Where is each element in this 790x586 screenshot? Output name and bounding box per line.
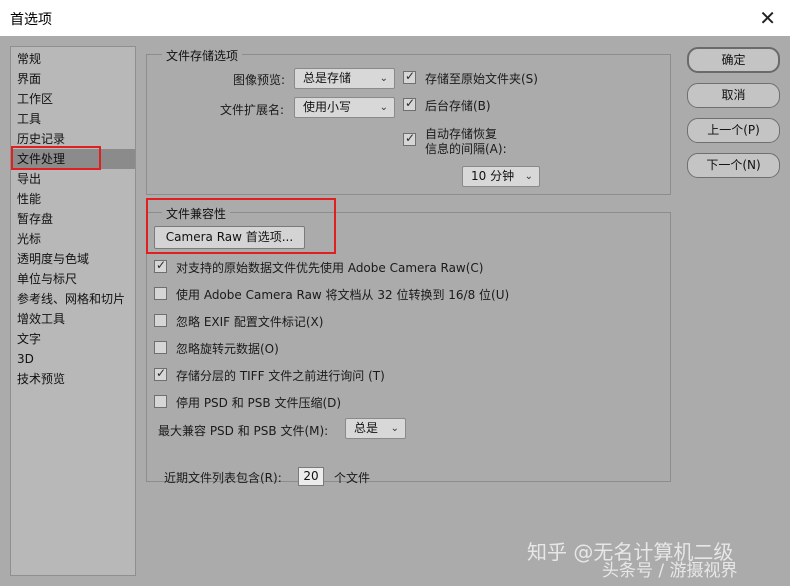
- sidebar-item-file-handling[interactable]: 文件处理: [11, 149, 135, 169]
- save-to-original-label: 存储至原始文件夹(S): [425, 72, 538, 86]
- sidebar-item-general[interactable]: 常规: [11, 49, 135, 69]
- image-preview-label: 图像预览:: [233, 73, 286, 87]
- max-compatibility-label: 最大兼容 PSD 和 PSB 文件(M):: [158, 424, 329, 438]
- autosave-checkbox[interactable]: ✓: [403, 131, 416, 146]
- previous-button[interactable]: 上一个(P): [687, 118, 780, 143]
- next-button[interactable]: 下一个(N): [687, 153, 780, 178]
- sidebar-item-export[interactable]: 导出: [11, 169, 135, 189]
- sidebar-item-performance[interactable]: 性能: [11, 189, 135, 209]
- ignore-exif-checkbox[interactable]: [154, 314, 167, 327]
- watermark-toutiao: 头条号 / 游摄视界: [602, 561, 738, 581]
- sidebar-item-transparency-gamut[interactable]: 透明度与色域: [11, 249, 135, 269]
- sidebar-item-3d[interactable]: 3D: [11, 349, 135, 369]
- title-bar: 首选项 ✕: [0, 0, 790, 36]
- sidebar-item-plugins[interactable]: 增效工具: [11, 309, 135, 329]
- checkmark-icon: ✓: [156, 258, 167, 272]
- autosave-label-line2: 信息的间隔(A):: [425, 142, 507, 156]
- checkmark-icon: ✓: [405, 96, 416, 110]
- dialog-client: 常规 界面 工作区 工具 历史记录 文件处理 导出 性能 暂存盘 光标 透明度与…: [0, 36, 790, 586]
- ignore-exif-label: 忽略 EXIF 配置文件标记(X): [176, 315, 324, 329]
- save-to-original-checkbox[interactable]: ✓: [403, 69, 416, 84]
- ok-button[interactable]: 确定: [687, 47, 780, 73]
- prefer-camera-raw-label: 对支持的原始数据文件优先使用 Adobe Camera Raw(C): [176, 261, 484, 275]
- background-save-checkbox[interactable]: ✓: [403, 96, 416, 111]
- chevron-down-icon: ⌄: [379, 73, 388, 84]
- sidebar-item-workspace[interactable]: 工作区: [11, 89, 135, 109]
- sidebar-item-guides-grid-slices[interactable]: 参考线、网格和切片: [11, 289, 135, 309]
- checkmark-icon: ✓: [156, 366, 167, 380]
- max-compatibility-value: 总是: [354, 421, 379, 435]
- file-extension-value: 使用小写: [303, 100, 352, 114]
- window-title: 首选项: [10, 12, 52, 28]
- disable-compression-checkbox[interactable]: [154, 395, 167, 408]
- ask-layered-tiff-checkbox[interactable]: ✓: [154, 366, 167, 381]
- sidebar-item-tools[interactable]: 工具: [11, 109, 135, 129]
- preferences-sidebar: 常规 界面 工作区 工具 历史记录 文件处理 导出 性能 暂存盘 光标 透明度与…: [10, 46, 136, 576]
- chevron-down-icon: ⌄: [390, 423, 399, 434]
- sidebar-item-scratch-disks[interactable]: 暂存盘: [11, 209, 135, 229]
- sidebar-item-technology-previews[interactable]: 技术预览: [11, 369, 135, 389]
- autosave-interval-value: 10 分钟: [471, 169, 515, 183]
- close-icon[interactable]: ✕: [759, 6, 776, 30]
- sidebar-item-interface[interactable]: 界面: [11, 69, 135, 89]
- sidebar-item-history[interactable]: 历史记录: [11, 129, 135, 149]
- camera-raw-preferences-button[interactable]: Camera Raw 首选项...: [154, 226, 305, 249]
- ask-layered-tiff-label: 存储分层的 TIFF 文件之前进行询问 (T): [176, 369, 385, 383]
- file-compatibility-group-title: 文件兼容性: [162, 205, 231, 222]
- sidebar-item-type[interactable]: 文字: [11, 329, 135, 349]
- file-extension-select[interactable]: 使用小写 ⌄: [294, 97, 395, 118]
- sidebar-item-cursors[interactable]: 光标: [11, 229, 135, 249]
- ignore-rotation-checkbox[interactable]: [154, 341, 167, 354]
- max-compatibility-select[interactable]: 总是 ⌄: [345, 418, 406, 439]
- autosave-interval-select[interactable]: 10 分钟 ⌄: [462, 166, 540, 187]
- recent-files-count-input[interactable]: 20: [298, 467, 324, 486]
- convert-32bit-checkbox[interactable]: [154, 287, 167, 300]
- image-preview-select[interactable]: 总是存储 ⌄: [294, 68, 395, 89]
- checkmark-icon: ✓: [405, 131, 416, 145]
- checkmark-icon: ✓: [405, 69, 416, 83]
- sidebar-item-units-rulers[interactable]: 单位与标尺: [11, 269, 135, 289]
- convert-32bit-label: 使用 Adobe Camera Raw 将文档从 32 位转换到 16/8 位(…: [176, 288, 510, 302]
- chevron-down-icon: ⌄: [524, 171, 533, 182]
- cancel-button[interactable]: 取消: [687, 83, 780, 108]
- file-saving-group-title: 文件存储选项: [162, 47, 243, 64]
- chevron-down-icon: ⌄: [379, 102, 388, 113]
- recent-files-suffix: 个文件: [334, 471, 371, 485]
- image-preview-value: 总是存储: [303, 71, 352, 85]
- prefer-camera-raw-checkbox[interactable]: ✓: [154, 258, 167, 273]
- recent-files-label: 近期文件列表包含(R):: [164, 471, 282, 485]
- file-extension-label: 文件扩展名:: [220, 103, 285, 117]
- background-save-label: 后台存储(B): [425, 99, 491, 113]
- disable-compression-label: 停用 PSD 和 PSB 文件压缩(D): [176, 396, 342, 410]
- ignore-rotation-label: 忽略旋转元数据(O): [176, 342, 279, 356]
